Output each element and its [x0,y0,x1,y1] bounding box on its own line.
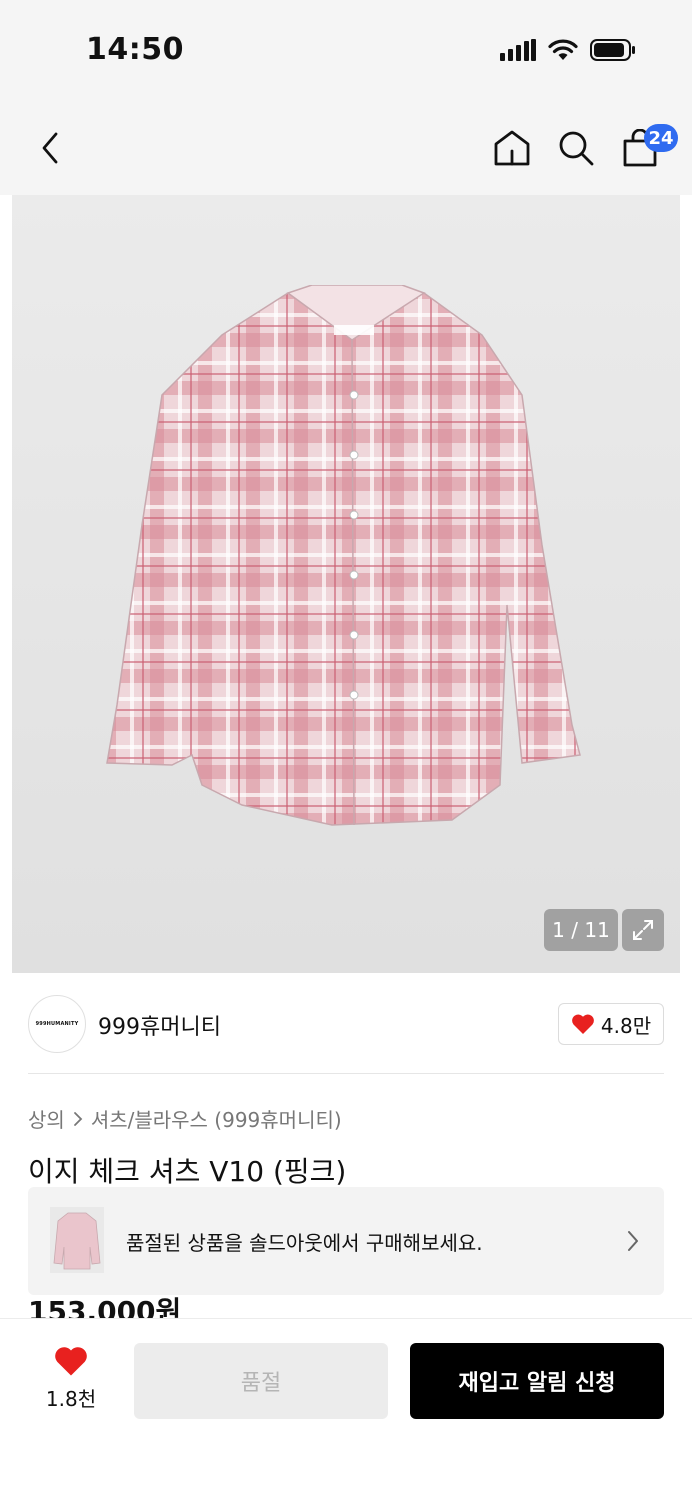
heart-icon [55,1347,87,1376]
wishlist-count: 1.8천 [45,1387,97,1411]
brand-logo[interactable]: 999HUMANITY [28,995,86,1053]
divider [28,1073,664,1074]
brand-row[interactable]: 999HUMANITY 999휴머니티 4.8만 [28,995,664,1053]
product-image-gallery[interactable]: 1 / 11 [12,195,680,973]
breadcrumb-category[interactable]: 상의 [28,1104,65,1133]
home-button[interactable] [492,128,532,168]
search-button[interactable] [556,128,596,168]
brand-like-count: 4.8만 [600,1013,652,1038]
expand-image-button[interactable] [622,909,664,951]
soldout-banner[interactable]: 품절된 상품을 솔드아웃에서 구매해보세요. [28,1187,664,1295]
status-bar: 14:50 [0,0,692,100]
status-icons [500,38,636,62]
brand-like-button[interactable]: 4.8만 [558,1003,664,1045]
top-nav-bar: 24 [0,100,692,195]
status-time: 14:50 [86,32,184,67]
brand-logo-text: 999HUMANITY [35,1021,79,1027]
breadcrumb: 상의 셔츠/블라우스 (999휴머니티) [28,1104,342,1133]
expand-icon [633,920,653,940]
wishlist-button[interactable]: 1.8천 [36,1345,106,1412]
image-counter: 1 / 11 [544,909,618,951]
restock-alert-button[interactable]: 재입고 알림 신청 [410,1343,664,1419]
brand-name[interactable]: 999휴머니티 [98,1009,221,1041]
chevron-right-icon [73,1111,83,1126]
bottom-action-bar: 1.8천 품절 재입고 알림 신청 [0,1318,692,1501]
wifi-icon [548,39,578,60]
product-image [106,285,581,826]
breadcrumb-subcategory[interactable]: 셔츠/블라우스 (999휴머니티) [91,1104,342,1133]
cart-button[interactable]: 24 [620,124,678,168]
search-icon [559,131,594,166]
soldout-banner-text: 품절된 상품을 솔드아웃에서 구매해보세요. [126,1231,483,1255]
home-icon [494,130,530,166]
cart-count-badge: 24 [644,124,678,152]
heart-icon [572,1014,594,1034]
chevron-left-icon [42,132,58,164]
cellular-signal-icon [500,39,536,61]
back-button[interactable] [30,128,70,168]
battery-icon [590,39,635,61]
soldout-thumbnail [50,1207,104,1273]
product-title: 이지 체크 셔츠 V10 (핑크) [28,1155,347,1188]
chevron-right-icon [628,1231,638,1251]
soldout-button: 품절 [134,1343,388,1419]
